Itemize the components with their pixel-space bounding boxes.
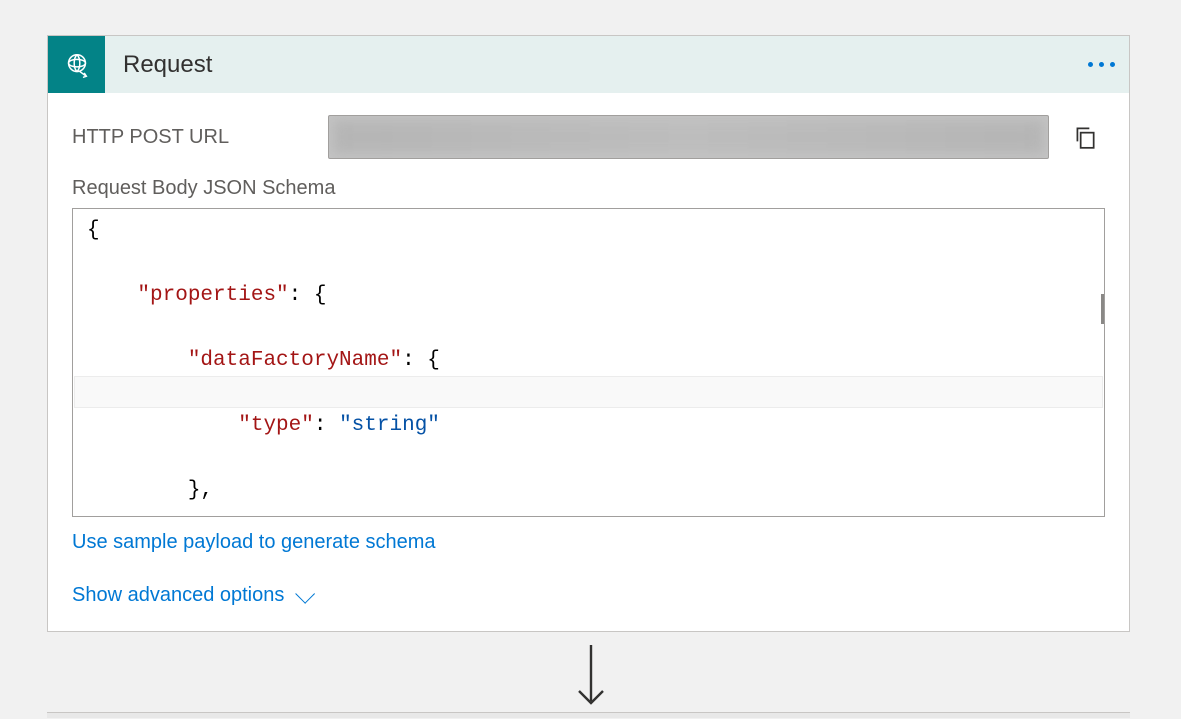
card-menu-button[interactable] [1073,62,1129,67]
use-sample-payload-link[interactable]: Use sample payload to generate schema [72,531,436,554]
card-title[interactable]: Request [105,51,1073,79]
request-card: Request HTTP POST URL Request Body JSON … [47,35,1130,632]
copy-url-button[interactable] [1065,117,1105,157]
request-trigger-icon [48,36,105,93]
show-advanced-options-label: Show advanced options [72,584,284,607]
flow-connector-arrow [570,645,612,715]
show-advanced-options-toggle[interactable]: Show advanced options [72,584,310,607]
schema-label: Request Body JSON Schema [72,177,1105,200]
redacted-url [333,120,1044,154]
http-post-url-label: HTTP POST URL [72,126,312,149]
next-card-peek [47,712,1130,718]
schema-editor[interactable]: { "properties": { "dataFactoryName": { "… [72,208,1105,517]
card-body: HTTP POST URL Request Body JSON Schema {… [48,93,1129,631]
copy-icon [1072,124,1098,150]
chevron-down-icon [296,583,316,603]
http-post-url-field[interactable] [328,115,1049,159]
schema-code[interactable]: { "properties": { "dataFactoryName": { "… [87,215,1104,517]
card-header[interactable]: Request [48,36,1129,93]
